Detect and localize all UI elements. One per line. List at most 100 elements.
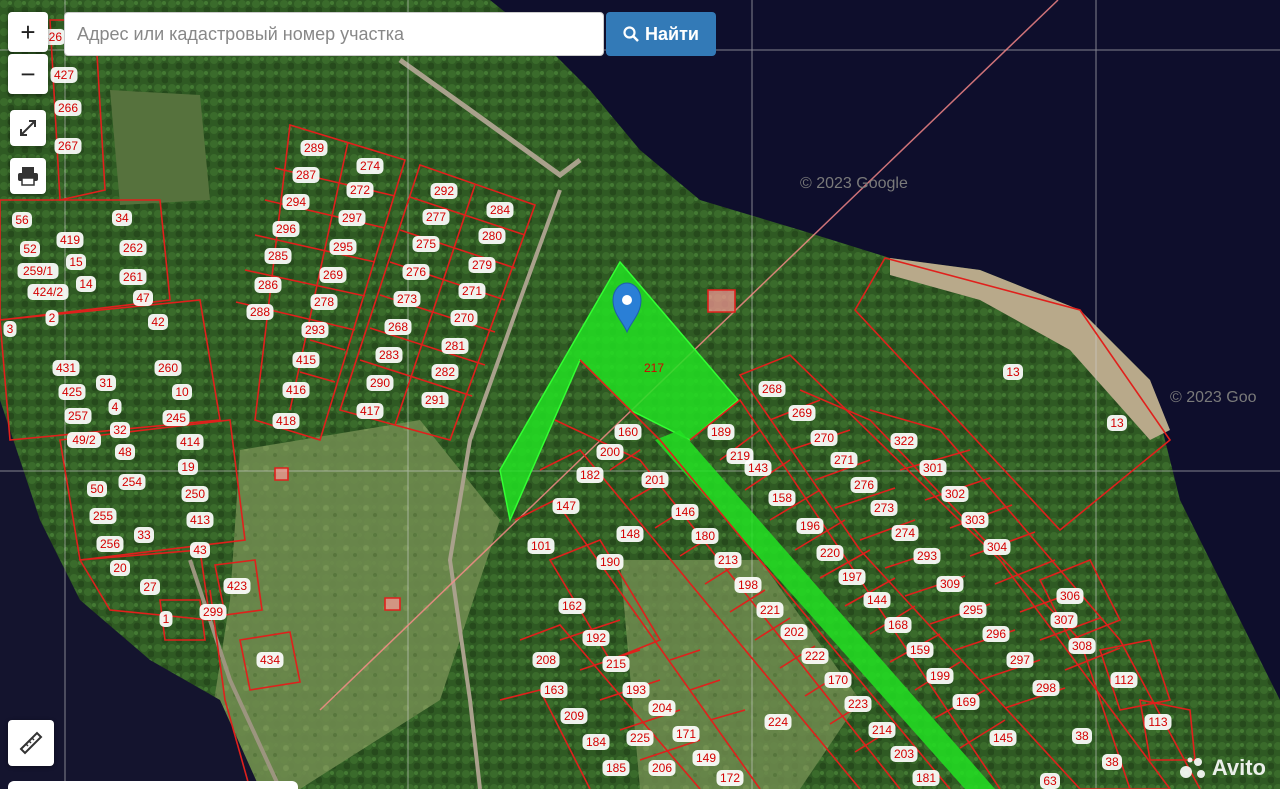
parcel-label[interactable]: 259/1	[17, 263, 59, 279]
parcel-label[interactable]: 217	[641, 360, 668, 376]
parcel-label[interactable]: 224	[764, 714, 792, 730]
parcel-label[interactable]: 159	[906, 642, 934, 658]
parcel-label[interactable]: 256	[96, 536, 124, 552]
print-button[interactable]	[10, 158, 46, 194]
parcel-label[interactable]: 271	[458, 283, 486, 299]
ruler-button[interactable]	[8, 720, 54, 766]
parcel-label[interactable]: 43	[190, 542, 210, 558]
parcel-label[interactable]: 278	[310, 294, 338, 310]
parcel-label[interactable]: 277	[422, 209, 450, 225]
parcel-label[interactable]: 285	[264, 248, 292, 264]
parcel-label[interactable]: 143	[744, 460, 772, 476]
parcel-label[interactable]: 52	[20, 241, 40, 257]
parcel-label[interactable]: 297	[1006, 652, 1034, 668]
parcel-label[interactable]: 48	[115, 444, 135, 460]
parcel-label[interactable]: 424/2	[27, 284, 69, 300]
parcel-label[interactable]: 20	[110, 560, 130, 576]
parcel-label[interactable]: 190	[596, 554, 624, 570]
parcel-label[interactable]: 299	[199, 604, 227, 620]
parcel-label[interactable]: 291	[421, 392, 449, 408]
parcel-label[interactable]: 276	[402, 264, 430, 280]
parcel-label[interactable]: 260	[154, 360, 182, 376]
parcel-label[interactable]: 221	[756, 602, 784, 618]
parcel-label[interactable]: 149	[692, 750, 720, 766]
parcel-label[interactable]: 184	[582, 734, 610, 750]
parcel-label[interactable]: 201	[641, 472, 669, 488]
parcel-label[interactable]: 223	[844, 696, 872, 712]
parcel-label[interactable]: 163	[540, 682, 568, 698]
parcel-label[interactable]: 13	[1107, 415, 1127, 431]
parcel-label[interactable]: 322	[890, 433, 918, 449]
parcel-label[interactable]: 146	[671, 504, 699, 520]
parcel-label[interactable]: 289	[300, 140, 328, 156]
parcel-label[interactable]: 172	[716, 770, 744, 786]
parcel-label[interactable]: 270	[810, 430, 838, 446]
parcel-label[interactable]: 268	[384, 319, 412, 335]
parcel-label[interactable]: 196	[796, 518, 824, 534]
parcel-label[interactable]: 268	[758, 381, 786, 397]
parcel-label[interactable]: 306	[1056, 588, 1084, 604]
parcel-label[interactable]: 431	[52, 360, 80, 376]
parcel-label[interactable]: 203	[890, 746, 918, 762]
parcel-label[interactable]: 10	[172, 384, 192, 400]
parcel-label[interactable]: 275	[412, 236, 440, 252]
parcel-label[interactable]: 296	[982, 626, 1010, 642]
parcel-label[interactable]: 273	[870, 500, 898, 516]
parcel-label[interactable]: 189	[707, 424, 735, 440]
parcel-label[interactable]: 15	[66, 254, 86, 270]
parcel-label[interactable]: 168	[884, 617, 912, 633]
parcel-label[interactable]: 13	[1003, 364, 1023, 380]
parcel-label[interactable]: 214	[868, 722, 896, 738]
parcel-label[interactable]: 276	[850, 477, 878, 493]
parcel-label[interactable]: 34	[112, 210, 132, 226]
parcel-label[interactable]: 261	[119, 269, 147, 285]
parcel-label[interactable]: 192	[582, 630, 610, 646]
parcel-label[interactable]: 303	[961, 512, 989, 528]
parcel-label[interactable]: 414	[176, 434, 204, 450]
parcel-label[interactable]: 144	[863, 592, 891, 608]
parcel-label[interactable]: 269	[319, 267, 347, 283]
parcel-label[interactable]: 287	[292, 167, 320, 183]
parcel-label[interactable]: 283	[375, 347, 403, 363]
parcel-label[interactable]: 293	[913, 548, 941, 564]
parcel-label[interactable]: 425	[58, 384, 86, 400]
parcel-label[interactable]: 427	[50, 67, 78, 83]
parcel-label[interactable]: 225	[626, 730, 654, 746]
parcel-label[interactable]: 14	[76, 276, 96, 292]
parcel-label[interactable]: 273	[393, 291, 421, 307]
parcel-label[interactable]: 274	[891, 525, 919, 541]
parcel-label[interactable]: 63	[1040, 773, 1060, 789]
parcel-label[interactable]: 148	[616, 526, 644, 542]
parcel-label[interactable]: 33	[134, 527, 154, 543]
parcel-label[interactable]: 197	[838, 569, 866, 585]
parcel-label[interactable]: 245	[162, 410, 190, 426]
parcel-label[interactable]: 282	[431, 364, 459, 380]
parcel-label[interactable]: 31	[96, 375, 116, 391]
parcel-label[interactable]: 4	[108, 399, 122, 415]
parcel-label[interactable]: 279	[468, 257, 496, 273]
parcel-label[interactable]: 294	[282, 194, 310, 210]
parcel-label[interactable]: 293	[301, 322, 329, 338]
parcel-label[interactable]: 413	[186, 512, 214, 528]
parcel-label[interactable]: 42	[148, 314, 168, 330]
parcel-label[interactable]: 417	[356, 403, 384, 419]
parcel-label[interactable]: 198	[734, 577, 762, 593]
find-button[interactable]: Найти	[606, 12, 716, 56]
parcel-label[interactable]: 284	[486, 202, 514, 218]
parcel-label[interactable]: 38	[1072, 728, 1092, 744]
parcel-label[interactable]: 202	[780, 624, 808, 640]
fullscreen-button[interactable]	[10, 110, 46, 146]
parcel-label[interactable]: 281	[441, 338, 469, 354]
parcel-label[interactable]: 298	[1032, 680, 1060, 696]
parcel-label[interactable]: 56	[12, 212, 32, 228]
parcel-label[interactable]: 295	[959, 602, 987, 618]
parcel-label[interactable]: 296	[272, 221, 300, 237]
parcel-label[interactable]: 112	[1110, 672, 1138, 688]
parcel-label[interactable]: 170	[824, 672, 852, 688]
parcel-label[interactable]: 160	[614, 424, 642, 440]
parcel-label[interactable]: 270	[450, 310, 478, 326]
parcel-label[interactable]: 308	[1068, 638, 1096, 654]
parcel-label[interactable]: 415	[292, 352, 320, 368]
parcel-label[interactable]: 171	[672, 726, 700, 742]
parcel-label[interactable]: 19	[178, 459, 198, 475]
